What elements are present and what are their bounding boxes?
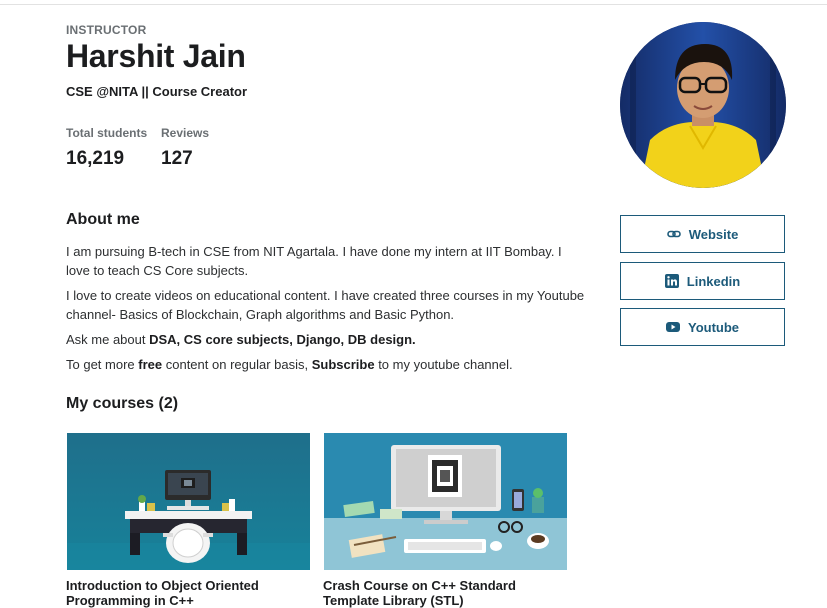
about-p4-text-e: to my youtube channel.: [374, 357, 513, 372]
about-title: About me: [66, 211, 140, 228]
about-paragraph-4: To get more free content on regular basi…: [66, 355, 586, 374]
about-p4-text-a: To get more: [66, 357, 139, 372]
stat-label-reviews: Reviews: [161, 126, 210, 140]
website-button-label: Website: [688, 226, 739, 242]
course-thumbnail-oop[interactable]: [67, 433, 310, 570]
stat-value-students: 16,219: [66, 148, 125, 169]
about-paragraph-1: I am pursuing B-tech in CSE from NIT Aga…: [66, 244, 562, 278]
youtube-button-label: Youtube: [687, 319, 740, 335]
desktop-workspace-illustration: [324, 433, 567, 570]
youtube-button[interactable]: Youtube: [620, 308, 785, 346]
linkedin-icon: [664, 274, 679, 288]
link-icon: [666, 227, 681, 241]
avatar: [620, 22, 786, 188]
about-p3-bold: DSA, CS core subjects, Django, DB design…: [149, 332, 416, 347]
stat-label-students: Total students: [66, 126, 148, 140]
about-p4-free: free: [138, 357, 163, 372]
linkedin-button-label: Linkedin: [686, 273, 741, 289]
top-divider: [0, 4, 827, 5]
courses-title: My courses (2): [66, 395, 179, 412]
instructor-headline: CSE @NITA || Course Creator: [66, 84, 248, 99]
course-title-oop[interactable]: Introduction to Object Oriented Programm…: [66, 578, 311, 608]
instructor-eyebrow: INSTRUCTOR: [66, 23, 147, 37]
linkedin-button[interactable]: Linkedin: [620, 262, 785, 300]
desk-computer-illustration: [67, 433, 310, 570]
about-paragraph-3: Ask me about DSA, CS core subjects, Djan…: [66, 330, 586, 349]
instructor-photo: [620, 22, 786, 188]
about-p4-subscribe: Subscribe: [311, 357, 375, 372]
about-paragraph-2: I love to create videos on educational c…: [66, 288, 585, 322]
youtube-icon: [665, 320, 680, 334]
website-button[interactable]: Website: [620, 215, 785, 253]
about-p3-text: Ask me about: [66, 332, 150, 347]
about-p4-text-c: content on regular basis,: [162, 357, 312, 372]
course-thumbnail-stl[interactable]: [324, 433, 567, 570]
course-title-stl[interactable]: Crash Course on C++ Standard Template Li…: [323, 578, 568, 608]
instructor-name: Harshit Jain: [66, 38, 246, 74]
stat-value-reviews: 127: [161, 148, 193, 169]
